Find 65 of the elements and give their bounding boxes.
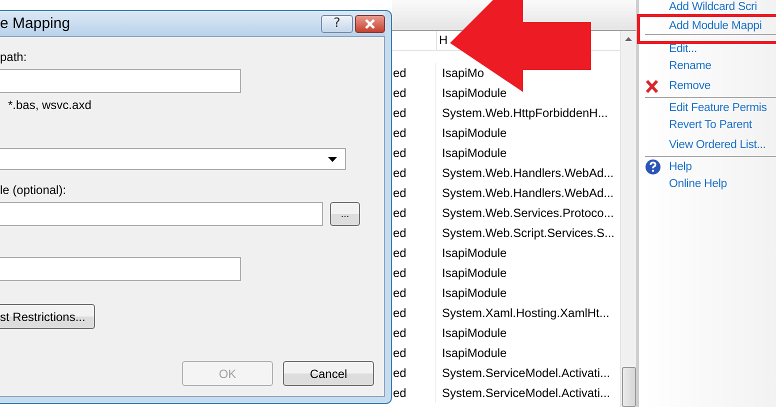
table-cell: ed — [392, 103, 436, 123]
delete-icon — [645, 80, 659, 92]
table-cell: ed — [392, 383, 436, 403]
table-cell: ed — [392, 323, 436, 343]
action-link[interactable]: Revert To Parent — [669, 119, 752, 131]
action-link[interactable]: Online Help — [669, 178, 727, 190]
column-header[interactable]: H — [439, 31, 448, 50]
table-cell: ed — [392, 83, 436, 103]
table-cell-text: System.Web.Handlers.WebAd... — [441, 166, 614, 180]
action-link[interactable]: Help — [669, 160, 692, 172]
scrollbar-thumb[interactable] — [622, 367, 636, 407]
action-link[interactable]: Edit... — [669, 42, 698, 54]
table-cell-text: IsapiModule — [441, 326, 507, 340]
table-cell: ed — [392, 163, 436, 183]
table-cell-text: IsapiMo — [441, 66, 484, 80]
table-cell-text: System.ServiceModel.Activati... — [441, 386, 610, 400]
table-cell: ed — [392, 343, 436, 363]
table-cell: ed — [392, 263, 436, 283]
table-cell-text: IsapiModule — [441, 86, 507, 100]
action-link[interactable]: Rename — [669, 60, 712, 72]
table-cell: ed — [392, 123, 436, 143]
action-link[interactable]: Remove — [669, 80, 711, 92]
field-label: le (optional): — [0, 183, 66, 197]
table-cell: ed — [392, 303, 436, 323]
action-link[interactable]: Edit Feature Permis — [669, 102, 767, 114]
cancel-button[interactable]: Cancel — [283, 361, 374, 386]
scroll-up-icon — [625, 37, 632, 41]
window-title: e Mapping — [0, 15, 70, 32]
table-cell-text: System.Web.Script.Services.S... — [441, 226, 614, 240]
table-cell: ed — [392, 143, 436, 163]
help-icon — [645, 158, 661, 174]
name-field[interactable] — [0, 257, 241, 281]
example-text: *.bas, wsvc.axd — [8, 98, 92, 112]
table-cell-text: System.Xaml.Hosting.XamlHt... — [441, 306, 610, 320]
type-dropdown[interactable] — [0, 148, 346, 170]
table-cell-text: System.ServiceModel.Activati... — [441, 366, 610, 380]
field-label: path: — [0, 50, 27, 64]
scrollbar[interactable] — [620, 31, 636, 407]
table-cell: ed — [392, 183, 436, 203]
table-cell: ed — [392, 203, 436, 223]
browse-button[interactable]: ... — [330, 202, 360, 226]
table-cell-text: IsapiModule — [441, 346, 507, 360]
action-link[interactable]: View Ordered List... — [669, 139, 766, 151]
help-button[interactable]: ? — [321, 14, 353, 32]
table-cell-text: IsapiModule — [441, 126, 507, 140]
restrictions-button[interactable]: st Restrictions... — [0, 304, 95, 329]
table-cell-text: IsapiModule — [441, 266, 507, 280]
table-cell-text: IsapiModule — [441, 286, 507, 300]
table-cell-text: System.Web.Services.Protoco... — [441, 206, 614, 220]
executable-field[interactable] — [0, 202, 323, 226]
path-field[interactable] — [0, 69, 241, 93]
table-cell: ed — [392, 243, 436, 263]
action-link[interactable]: Add Module Mappi — [669, 20, 762, 32]
table-cell: ed — [392, 63, 436, 83]
table-cell-text: System.Web.Handlers.WebAd... — [441, 186, 614, 200]
table-cell: ed — [392, 363, 436, 383]
close-icon — [364, 18, 376, 28]
table-cell-text: IsapiModule — [441, 146, 507, 160]
caret-icon — [328, 156, 337, 162]
table-cell-text: IsapiModule — [441, 246, 507, 260]
table-cell-text: System.Web.HttpForbiddenH... — [441, 106, 608, 120]
table-cell: ed — [392, 223, 436, 243]
close-button[interactable] — [355, 14, 385, 32]
table-cell: ed — [392, 283, 436, 303]
action-link[interactable]: Add Wildcard Scri — [669, 1, 757, 13]
